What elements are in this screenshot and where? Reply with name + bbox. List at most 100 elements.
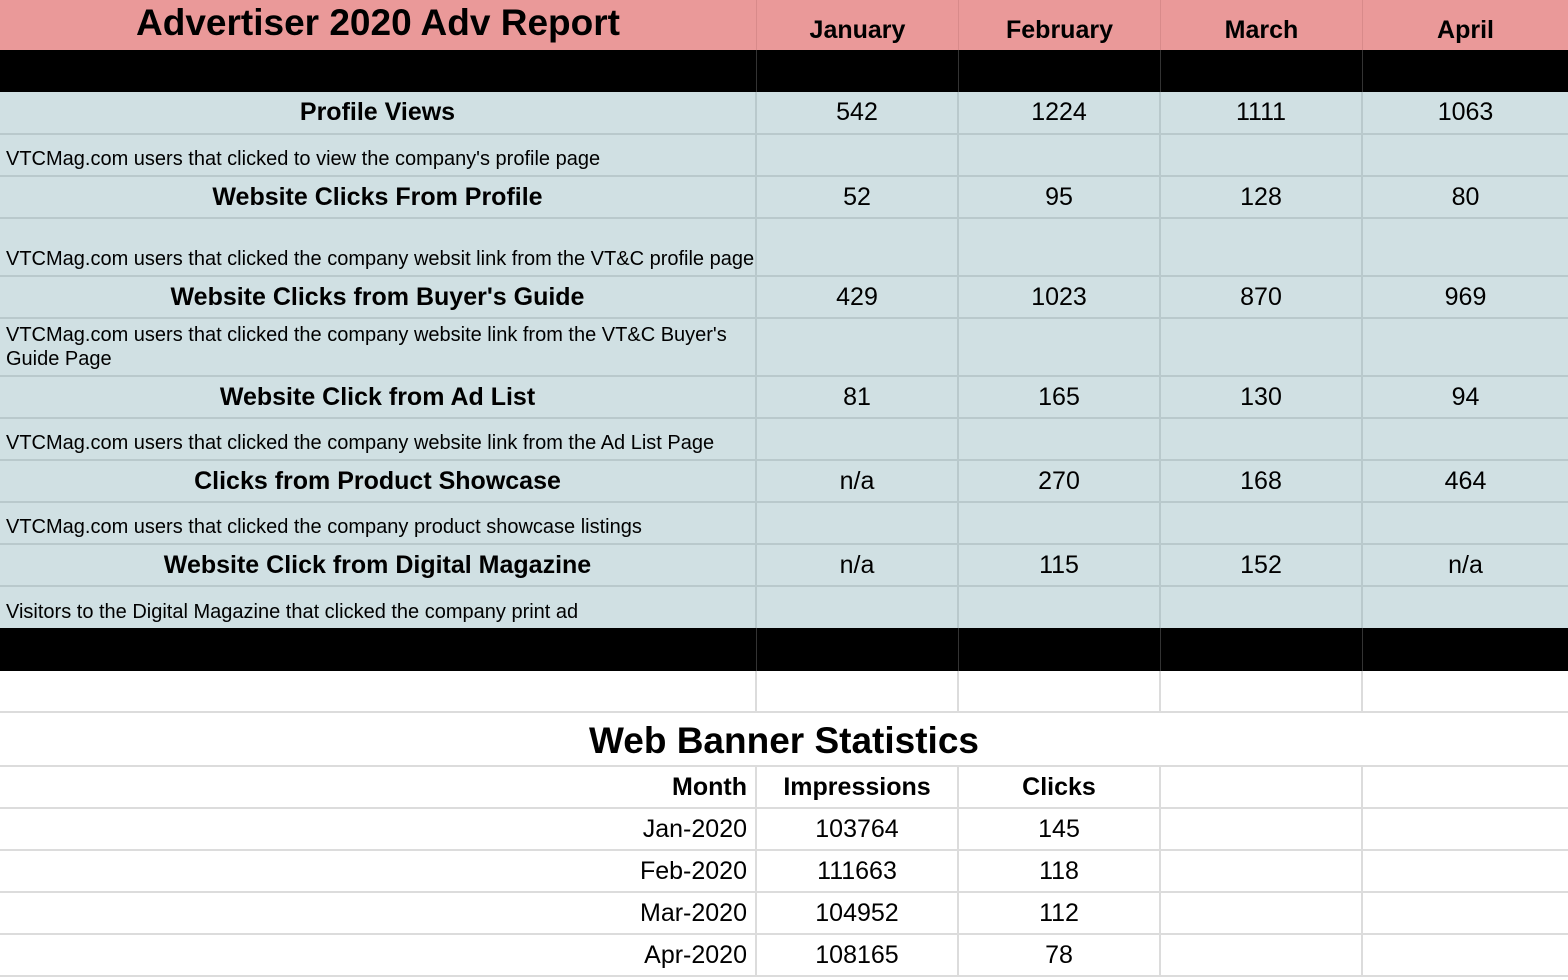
separator-cell[interactable] — [959, 50, 1161, 92]
separator-cell[interactable] — [1161, 628, 1363, 671]
metric-value-march[interactable]: 152 — [1161, 545, 1363, 585]
empty-cell[interactable] — [757, 419, 959, 459]
separator-cell[interactable] — [1363, 50, 1568, 92]
metric-value-january[interactable]: n/a — [757, 545, 959, 585]
empty-cell[interactable] — [0, 671, 757, 711]
metric-value-april[interactable]: 94 — [1363, 377, 1568, 417]
empty-cell[interactable] — [1363, 319, 1568, 375]
banner-clicks[interactable]: 145 — [959, 809, 1161, 849]
month-header-february[interactable]: February — [959, 0, 1161, 50]
empty-cell[interactable] — [1363, 809, 1568, 849]
banner-clicks[interactable]: 118 — [959, 851, 1161, 891]
empty-cell[interactable] — [757, 319, 959, 375]
metric-description[interactable]: VTCMag.com users that clicked the compan… — [0, 319, 757, 375]
separator-cell[interactable] — [959, 628, 1161, 671]
banner-month[interactable]: Jan-2020 — [0, 809, 757, 849]
empty-cell[interactable] — [1161, 809, 1363, 849]
metric-name[interactable]: Website Clicks from Buyer's Guide — [0, 277, 757, 317]
metric-description[interactable]: VTCMag.com users that clicked the compan… — [0, 219, 757, 275]
report-title[interactable]: Advertiser 2020 Adv Report — [0, 0, 757, 50]
banner-impressions[interactable]: 104952 — [757, 893, 959, 933]
metric-value-february[interactable]: 115 — [959, 545, 1161, 585]
empty-cell[interactable] — [1161, 671, 1363, 711]
empty-cell[interactable] — [1363, 767, 1568, 807]
banner-impressions[interactable]: 108165 — [757, 935, 959, 975]
empty-cell[interactable] — [1161, 893, 1363, 933]
empty-cell[interactable] — [1363, 671, 1568, 711]
empty-cell[interactable] — [1363, 135, 1568, 175]
banner-clicks[interactable]: 78 — [959, 935, 1161, 975]
empty-cell[interactable] — [757, 135, 959, 175]
empty-cell[interactable] — [1161, 587, 1363, 628]
metric-name[interactable]: Website Click from Ad List — [0, 377, 757, 417]
metric-value-february[interactable]: 270 — [959, 461, 1161, 501]
metric-name[interactable]: Clicks from Product Showcase — [0, 461, 757, 501]
metric-value-february[interactable]: 1023 — [959, 277, 1161, 317]
metric-value-february[interactable]: 95 — [959, 177, 1161, 217]
metric-value-january[interactable]: 542 — [757, 92, 959, 133]
empty-cell[interactable] — [1363, 587, 1568, 628]
metric-value-january[interactable]: 81 — [757, 377, 959, 417]
empty-cell[interactable] — [757, 219, 959, 275]
empty-cell[interactable] — [1161, 935, 1363, 975]
empty-cell[interactable] — [959, 135, 1161, 175]
empty-cell[interactable] — [1161, 851, 1363, 891]
metric-value-january[interactable]: 429 — [757, 277, 959, 317]
empty-cell[interactable] — [1161, 767, 1363, 807]
metric-value-march[interactable]: 128 — [1161, 177, 1363, 217]
month-header-january[interactable]: January — [757, 0, 959, 50]
empty-cell[interactable] — [1161, 135, 1363, 175]
metric-value-march[interactable]: 168 — [1161, 461, 1363, 501]
metric-value-march[interactable]: 870 — [1161, 277, 1363, 317]
separator-cell[interactable] — [0, 628, 757, 671]
banner-column-impressions[interactable]: Impressions — [757, 767, 959, 807]
banner-impressions[interactable]: 111663 — [757, 851, 959, 891]
empty-cell[interactable] — [1161, 503, 1363, 543]
separator-cell[interactable] — [757, 628, 959, 671]
metric-value-april[interactable]: n/a — [1363, 545, 1568, 585]
empty-cell[interactable] — [1363, 893, 1568, 933]
separator-cell[interactable] — [1161, 50, 1363, 92]
metric-value-april[interactable]: 1063 — [1363, 92, 1568, 133]
metric-description[interactable]: VTCMag.com users that clicked the compan… — [0, 503, 757, 543]
empty-cell[interactable] — [1161, 419, 1363, 459]
banner-impressions[interactable]: 103764 — [757, 809, 959, 849]
metric-value-march[interactable]: 130 — [1161, 377, 1363, 417]
empty-cell[interactable] — [959, 587, 1161, 628]
metric-description[interactable]: Visitors to the Digital Magazine that cl… — [0, 587, 757, 628]
empty-cell[interactable] — [959, 219, 1161, 275]
empty-cell[interactable] — [959, 419, 1161, 459]
banner-clicks[interactable]: 112 — [959, 893, 1161, 933]
empty-cell[interactable] — [959, 319, 1161, 375]
metric-value-february[interactable]: 165 — [959, 377, 1161, 417]
metric-value-april[interactable]: 80 — [1363, 177, 1568, 217]
empty-cell[interactable] — [1363, 219, 1568, 275]
metric-value-april[interactable]: 464 — [1363, 461, 1568, 501]
metric-description[interactable]: VTCMag.com users that clicked to view th… — [0, 135, 757, 175]
empty-cell[interactable] — [757, 503, 959, 543]
metric-value-february[interactable]: 1224 — [959, 92, 1161, 133]
banner-column-month[interactable]: Month — [0, 767, 757, 807]
empty-cell[interactable] — [959, 503, 1161, 543]
empty-cell[interactable] — [959, 671, 1161, 711]
banner-month[interactable]: Feb-2020 — [0, 851, 757, 891]
empty-cell[interactable] — [1161, 219, 1363, 275]
banner-title[interactable]: Web Banner Statistics — [0, 713, 1568, 765]
separator-cell[interactable] — [0, 50, 757, 92]
metric-value-april[interactable]: 969 — [1363, 277, 1568, 317]
empty-cell[interactable] — [757, 671, 959, 711]
month-header-march[interactable]: March — [1161, 0, 1363, 50]
metric-value-january[interactable]: 52 — [757, 177, 959, 217]
banner-month[interactable]: Apr-2020 — [0, 935, 757, 975]
metric-value-january[interactable]: n/a — [757, 461, 959, 501]
empty-cell[interactable] — [1161, 319, 1363, 375]
empty-cell[interactable] — [1363, 935, 1568, 975]
banner-column-clicks[interactable]: Clicks — [959, 767, 1161, 807]
month-header-april[interactable]: April — [1363, 0, 1568, 50]
banner-month[interactable]: Mar-2020 — [0, 893, 757, 933]
separator-cell[interactable] — [1363, 628, 1568, 671]
metric-name[interactable]: Website Click from Digital Magazine — [0, 545, 757, 585]
metric-name[interactable]: Website Clicks From Profile — [0, 177, 757, 217]
metric-value-march[interactable]: 1111 — [1161, 92, 1363, 133]
empty-cell[interactable] — [757, 587, 959, 628]
